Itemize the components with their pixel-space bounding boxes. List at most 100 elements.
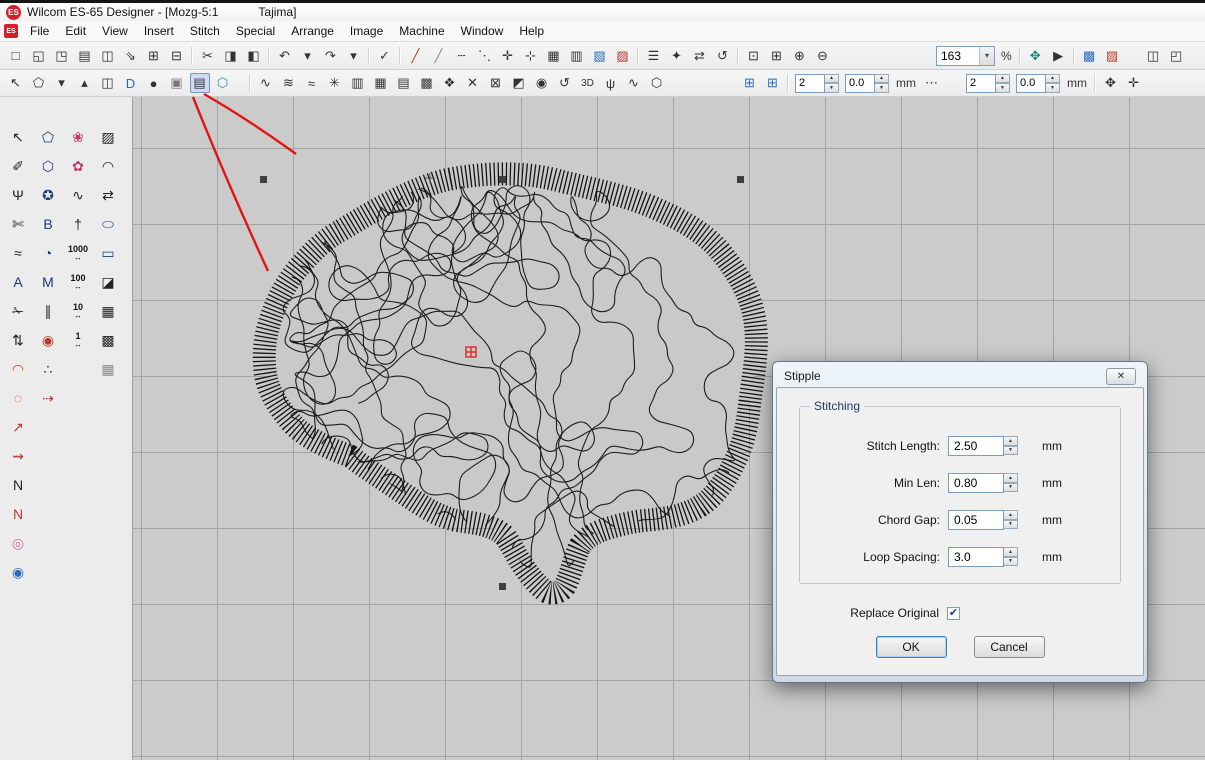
redo-dropdown-icon[interactable]: ▾ [344, 46, 364, 66]
menu-arrange[interactable]: Arrange [283, 22, 342, 40]
menu-stitch[interactable]: Stitch [182, 22, 228, 40]
arrow-run-icon[interactable]: ⇢ [36, 386, 60, 410]
globe-icon[interactable]: ◔ [36, 241, 60, 265]
zigzag-run-icon[interactable]: ∿ [66, 183, 90, 207]
chord-gap-spin-up-icon[interactable]: ▲ [1004, 510, 1018, 520]
closed-object-icon[interactable]: ⬡ [36, 154, 60, 178]
cross-marker-icon[interactable]: ✛ [498, 46, 518, 66]
min-len-input[interactable] [948, 473, 1004, 493]
grid-spacing-y-spin-up-icon[interactable]: ▲ [996, 74, 1010, 84]
stitch-length-input[interactable] [948, 436, 1004, 456]
grid-offset-y-spin-down-icon[interactable]: ▼ [1046, 83, 1060, 93]
pattern-fill-icon[interactable]: ▩ [96, 328, 120, 352]
select-small-icon[interactable]: ↖ [6, 73, 26, 93]
reshape-small-icon[interactable]: ⬠ [29, 73, 49, 93]
grid-offset-x-spin-down-icon[interactable]: ▼ [875, 83, 889, 93]
chord-gap-input[interactable] [948, 510, 1004, 530]
loop-spacing-spin-up-icon[interactable]: ▲ [1004, 547, 1018, 557]
tatami-small-icon[interactable]: ▦ [96, 299, 120, 323]
save-design-icon[interactable]: ◳ [52, 46, 72, 66]
motif-run2-icon[interactable]: ✳ [325, 73, 345, 93]
color-palette-red-icon[interactable]: ▨ [613, 46, 633, 66]
effects-icon[interactable]: ✦ [667, 46, 687, 66]
selection-handle-top-left[interactable] [260, 176, 267, 183]
ok-button[interactable]: OK [876, 636, 947, 658]
grid-table-icon[interactable]: ▦ [544, 46, 564, 66]
applique-icon[interactable]: ⊠ [486, 73, 506, 93]
single-run-icon[interactable]: ∿ [256, 73, 276, 93]
tack-icon[interactable]: ⊹ [521, 46, 541, 66]
run-stitch-icon[interactable]: ╱ [406, 46, 426, 66]
grid-offset-x-input[interactable] [845, 74, 875, 93]
open-design-icon[interactable]: ◱ [29, 46, 49, 66]
close-icon[interactable]: ✕ [1106, 368, 1136, 385]
block-digitize-icon[interactable]: B [36, 212, 60, 236]
design-canvas[interactable]: Stipple ✕ Stitching Stitch Length:▲▼mmMi… [133, 97, 1205, 760]
grid-spacing-x-spin-up-icon[interactable]: ▲ [825, 74, 839, 84]
thread-colors-icon[interactable]: ▨ [1102, 46, 1122, 66]
redo-icon[interactable]: ↷ [321, 46, 341, 66]
reshape-object-icon[interactable]: ⬠ [36, 125, 60, 149]
auto-fill-icon[interactable]: ◉ [532, 73, 552, 93]
function-icon[interactable]: Ν [6, 502, 30, 526]
sculpture-run-icon[interactable]: ≈ [302, 73, 322, 93]
replace-original-checkbox[interactable]: ✔ [947, 607, 960, 620]
cross-stitch-icon[interactable]: ✕ [463, 73, 483, 93]
ellipse-tool-icon[interactable]: ⬭ [96, 212, 120, 236]
backtrack-icon[interactable]: ⇄ [96, 183, 120, 207]
loop-spacing-spin-down-icon[interactable]: ▼ [1004, 557, 1018, 567]
open-object-icon[interactable]: ✐ [6, 154, 30, 178]
design-film-icon[interactable]: ▥ [567, 46, 587, 66]
grid-spacing-x-input[interactable] [795, 74, 825, 93]
photo-flash-icon[interactable]: ◩ [509, 73, 529, 93]
copy-icon[interactable]: ◨ [221, 46, 241, 66]
insert-design-icon[interactable]: ⊞ [144, 46, 164, 66]
hatch-fill-icon[interactable]: ▨ [96, 125, 120, 149]
wave-fill-icon[interactable]: ∿ [624, 73, 644, 93]
auto-select-icon[interactable]: ✓ [375, 46, 395, 66]
fancy-fill-icon[interactable]: ▩ [417, 73, 437, 93]
zoom-level-input[interactable] [937, 47, 979, 65]
chord-gap-spin-down-icon[interactable]: ▼ [1004, 520, 1018, 530]
lettering-icon[interactable]: A [6, 270, 30, 294]
grid-show-icon[interactable]: ⊞ [763, 73, 783, 93]
jump-stitch-icon[interactable]: ⇝ [6, 444, 30, 468]
zoom-fit-icon[interactable]: ⊡ [744, 46, 764, 66]
seed-fill-icon[interactable]: ⋱ [475, 46, 495, 66]
menu-machine[interactable]: Machine [391, 22, 452, 40]
design-library-icon[interactable]: ◰ [1166, 46, 1186, 66]
menu-help[interactable]: Help [511, 22, 552, 40]
team-names-icon[interactable]: ∥ [36, 299, 60, 323]
arc-tool-icon[interactable]: ◠ [96, 154, 120, 178]
menu-edit[interactable]: Edit [57, 22, 94, 40]
program-split-icon[interactable]: ▤ [394, 73, 414, 93]
selection-handle-top-center[interactable] [499, 176, 506, 183]
zoom-box-icon[interactable]: ⊞ [767, 46, 787, 66]
color-wheel-icon[interactable]: ◉ [36, 328, 60, 352]
dotted-run-icon[interactable]: ∴ [36, 357, 60, 381]
stitch-preset-10[interactable]: 10↔ [66, 299, 90, 323]
crosshair-icon[interactable]: ✛ [1124, 73, 1144, 93]
penetration-icon[interactable]: Ν [6, 473, 30, 497]
object-properties-icon[interactable]: ☰ [644, 46, 664, 66]
undo-dropdown-icon[interactable]: ▾ [298, 46, 318, 66]
zoom-1to1-icon[interactable]: ◫ [98, 73, 118, 93]
grid-snap-icon[interactable]: ⊞ [740, 73, 760, 93]
print-preview-icon[interactable]: ◫ [98, 46, 118, 66]
grid-spacing-x-spin-down-icon[interactable]: ▼ [825, 83, 839, 93]
grid-spacing-y-spin-down-icon[interactable]: ▼ [996, 83, 1010, 93]
satin-stitch-icon[interactable]: ╱ [429, 46, 449, 66]
stitch-length-spin-up-icon[interactable]: ▲ [1004, 436, 1018, 446]
select-tool-icon[interactable]: ↖ [6, 125, 30, 149]
grid-offset-y-spin-up-icon[interactable]: ▲ [1046, 74, 1060, 84]
zoom-in-icon[interactable]: ⊕ [790, 46, 810, 66]
pattern-stamp-icon[interactable]: ▦ [96, 357, 120, 381]
print-icon[interactable]: ▤ [75, 46, 95, 66]
menu-file[interactable]: File [22, 22, 57, 40]
loop-spacing-input[interactable] [948, 547, 1004, 567]
rectangle-tool-icon[interactable]: ▭ [96, 241, 120, 265]
outline-box-icon[interactable]: ▣ [167, 73, 187, 93]
paste-icon[interactable]: ◧ [244, 46, 264, 66]
menu-insert[interactable]: Insert [136, 22, 182, 40]
remove-overlaps-icon[interactable]: D [121, 73, 141, 93]
